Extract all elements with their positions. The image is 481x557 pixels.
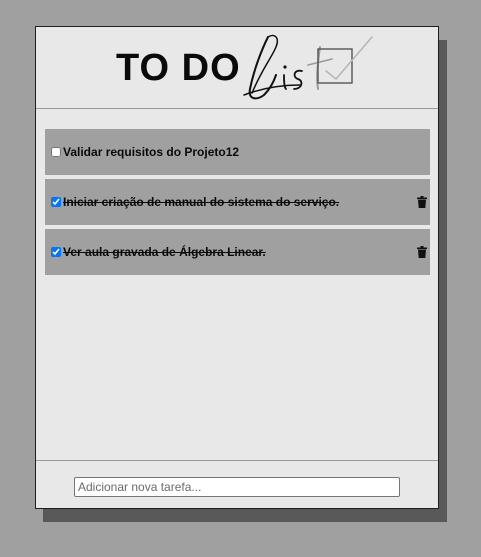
task-checkbox[interactable] <box>51 247 61 257</box>
task-list: Validar requisitos do Projeto12 Iniciar … <box>45 129 430 279</box>
task-label: Ver aula gravada de Álgebra Linear. <box>63 245 266 259</box>
new-task-input[interactable] <box>74 477 400 497</box>
trash-icon[interactable] <box>417 246 427 258</box>
logo-list-script <box>243 34 373 100</box>
task-item: Iniciar criação de manual do sistema do … <box>45 179 430 225</box>
task-label: Validar requisitos do Projeto12 <box>63 145 240 159</box>
add-task-footer <box>36 460 438 508</box>
trash-icon[interactable] <box>417 196 427 208</box>
logo-todo-text: TO DO <box>116 47 241 89</box>
task-checkbox[interactable] <box>51 147 61 157</box>
task-item: Validar requisitos do Projeto12 <box>45 129 430 175</box>
task-item: Ver aula gravada de Álgebra Linear. <box>45 229 430 275</box>
task-checkbox[interactable] <box>51 197 61 207</box>
app-header: TO DO <box>36 27 438 109</box>
task-label: Iniciar criação de manual do sistema do … <box>63 195 340 209</box>
todo-card: TO DO Validar requisitos do Projeto12 In… <box>35 26 439 509</box>
